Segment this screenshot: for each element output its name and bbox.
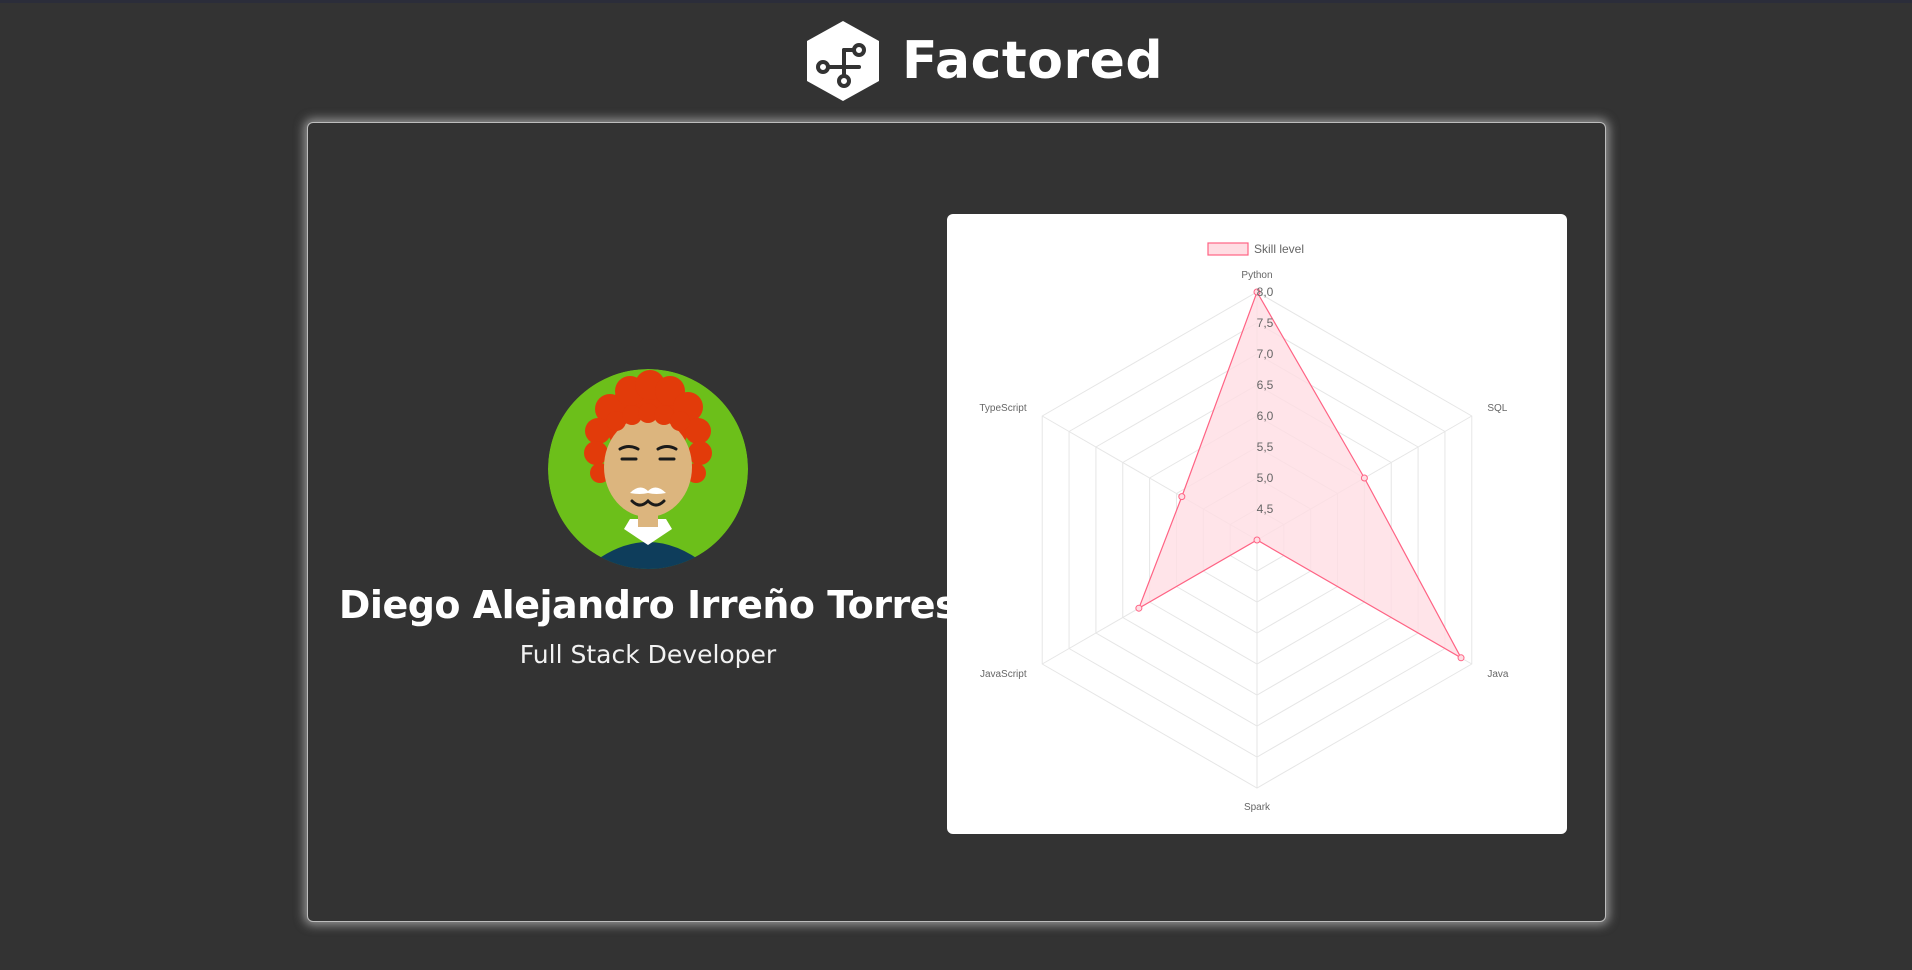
brand-name: Factored <box>902 31 1164 91</box>
radar-series-area <box>1137 290 1463 660</box>
radar-axis-label: JavaScript <box>980 669 1027 680</box>
radar-tick-label: 6,0 <box>1257 409 1274 423</box>
profile-section: Diego Alejandro Irreño Torres Full Stack… <box>308 123 958 923</box>
radar-data-point <box>1457 654 1465 662</box>
radar-tick-label: 6,5 <box>1257 378 1274 392</box>
top-border <box>0 0 1912 3</box>
radar-axis-label: Spark <box>1244 802 1271 813</box>
radar-data-point <box>1360 474 1368 482</box>
radar-axis-label: Python <box>1241 270 1272 281</box>
profile-role: Full Stack Developer <box>519 640 777 669</box>
profile-card: Diego Alejandro Irreño Torres Full Stack… <box>307 122 1606 922</box>
skills-chart-panel: 4,5 5,0 5,5 6,0 6,5 7,0 7,5 8,0 Python SQL Java Spa… <box>947 214 1567 834</box>
factored-logo-icon <box>807 21 879 101</box>
radar-tick-label: 5,0 <box>1257 471 1274 485</box>
radar-data-point <box>1253 536 1261 544</box>
legend-swatch <box>1207 242 1249 256</box>
profile-name: Diego Alejandro Irreño Torres <box>338 583 958 627</box>
radar-data-point <box>1135 604 1143 612</box>
radar-data-point <box>1178 493 1186 501</box>
radar-tick-label: 8,0 <box>1257 285 1274 299</box>
radar-tick-label: 4,5 <box>1257 502 1274 516</box>
radar-tick-label: 7,5 <box>1257 316 1274 330</box>
radar-axis-label: Java <box>1487 669 1509 680</box>
site-header: Factored <box>0 18 1912 104</box>
brand-logo-link[interactable]: Factored <box>806 18 1163 104</box>
skills-radar-chart: 4,5 5,0 5,5 6,0 6,5 7,0 7,5 8,0 Python SQL Java Spa… <box>979 242 1509 813</box>
radar-tick-label: 7,0 <box>1257 347 1274 361</box>
avatar <box>548 369 748 569</box>
radar-axis-label: SQL <box>1487 403 1507 414</box>
radar-tick-label: 5,5 <box>1257 440 1274 454</box>
radar-axis-label: TypeScript <box>979 403 1026 414</box>
legend-label: Skill level <box>1254 242 1304 256</box>
